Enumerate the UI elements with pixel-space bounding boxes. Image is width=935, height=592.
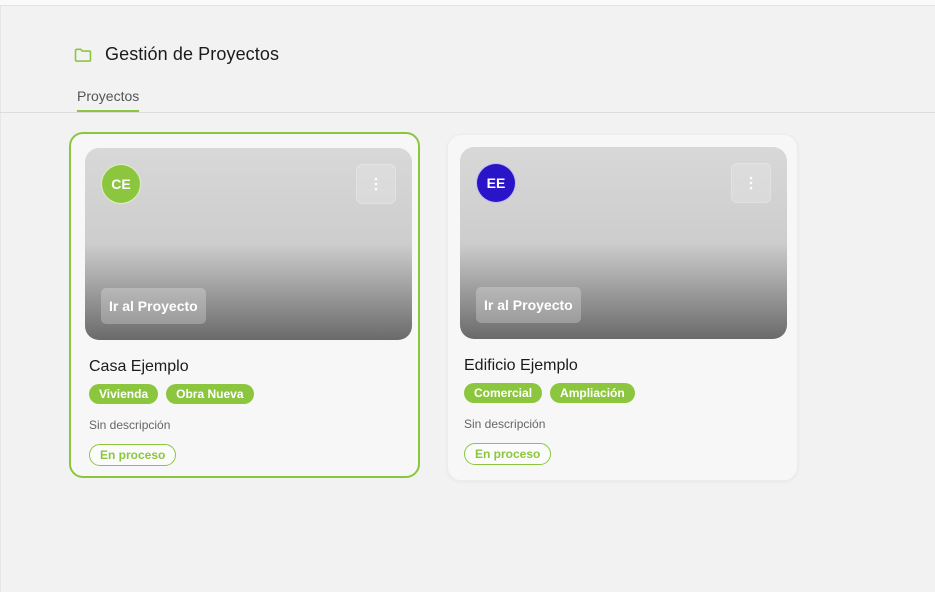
project-banner: CE Ir al Proyecto [85, 148, 412, 340]
project-card[interactable]: CE Ir al Proyecto Casa Ejemplo Vivienda … [69, 132, 420, 478]
vertical-dots-icon [749, 176, 753, 190]
tag: Ampliación [550, 383, 635, 403]
project-name: Casa Ejemplo [89, 358, 189, 375]
project-name: Edificio Ejemplo [464, 357, 578, 374]
project-card[interactable]: EE Ir al Proyecto Edificio Ejemplo Comer… [447, 134, 798, 481]
tab-bar: Proyectos [0, 84, 935, 113]
go-to-project-button[interactable]: Ir al Proyecto [476, 287, 581, 323]
tab-proyectos[interactable]: Proyectos [77, 88, 140, 112]
more-options-button[interactable] [356, 164, 396, 204]
project-tags: Comercial Ampliación [464, 383, 635, 403]
page-title: Gestión de Proyectos [105, 44, 280, 64]
tag: Obra Nueva [166, 384, 254, 404]
status-badge: En proceso [89, 444, 177, 466]
status-badge: En proceso [464, 443, 552, 465]
project-description: Sin descripción [464, 417, 546, 431]
tag: Vivienda [89, 384, 159, 404]
more-options-button[interactable] [731, 163, 771, 203]
project-tags: Vivienda Obra Nueva [89, 384, 254, 404]
folder-icon [74, 48, 92, 62]
go-to-project-button[interactable]: Ir al Proyecto [101, 288, 206, 324]
project-banner: EE Ir al Proyecto [460, 147, 787, 339]
tag: Comercial [464, 383, 543, 403]
avatar: EE [476, 163, 516, 203]
vertical-dots-icon [374, 177, 378, 191]
page-header: Gestión de Proyectos [73, 44, 279, 65]
avatar: CE [101, 164, 141, 204]
top-bar [0, 0, 935, 6]
project-description: Sin descripción [89, 418, 171, 432]
